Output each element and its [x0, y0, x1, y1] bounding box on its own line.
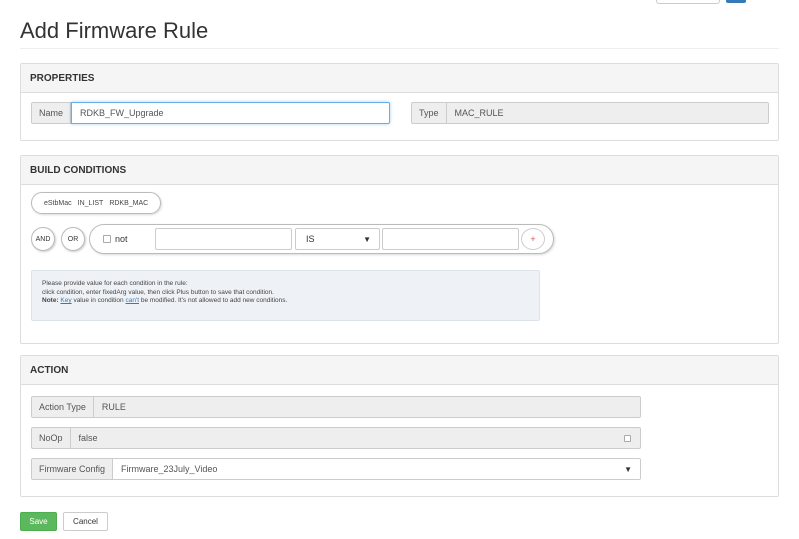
page-title: Add Firmware Rule [20, 18, 209, 43]
noop-label: NoOp [31, 427, 71, 449]
operation-select[interactable]: IS ▼ [295, 228, 380, 250]
or-button[interactable]: OR [61, 227, 85, 251]
type-input-group: Type MAC_RULE [411, 102, 769, 124]
type-field: MAC_RULE [446, 102, 769, 124]
noop-checkbox[interactable] [624, 435, 631, 442]
condition-value: RDKB_MAC [109, 199, 149, 207]
firmware-config-select[interactable]: Firmware_23July_Video ▼ [113, 458, 641, 480]
free-arg-input[interactable] [155, 228, 292, 250]
info-message: Please provide value for each condition … [31, 270, 540, 321]
not-label: not [115, 234, 128, 244]
firmware-config-value: Firmware_23July_Video [121, 464, 218, 474]
top-input-fragment[interactable] [656, 0, 720, 4]
note-label: Note: [42, 297, 59, 304]
top-toolbar-fragment [656, 0, 766, 4]
condition-builder: not IS ▼ + [89, 224, 554, 254]
action-type-group: Action Type RULE [31, 396, 641, 418]
and-button[interactable]: AND [31, 227, 55, 251]
build-conditions-panel: BUILD CONDITIONS eStbMac IN_LIST RDKB_MA… [20, 155, 779, 344]
build-conditions-heading: BUILD CONDITIONS [21, 156, 778, 185]
cancel-button[interactable]: Cancel [63, 512, 108, 531]
info-line-2: click condition, enter fixedArg value, t… [42, 288, 274, 296]
action-type-field: RULE [93, 396, 641, 418]
name-label: Name [31, 102, 72, 124]
chevron-down-icon: ▼ [363, 235, 371, 244]
noop-value: false [78, 433, 98, 443]
name-input-group: Name RDKB_FW_Upgrade [31, 102, 390, 124]
name-input[interactable]: RDKB_FW_Upgrade [71, 102, 390, 124]
chevron-down-icon: ▼ [624, 465, 632, 474]
condition-operation: IN_LIST [77, 199, 104, 207]
firmware-config-label: Firmware Config [31, 458, 114, 480]
info-line-1: Please provide value for each condition … [42, 280, 188, 287]
fixed-arg-input[interactable] [382, 228, 519, 250]
title-divider [20, 48, 779, 49]
type-label: Type [411, 102, 447, 124]
add-condition-button[interactable]: + [521, 228, 545, 250]
info-note: Note: Key value in condition can't be mo… [42, 297, 529, 306]
operation-select-value: IS [306, 234, 315, 244]
note-cant: can't [125, 297, 140, 304]
note-key-link: Key [60, 297, 72, 304]
condition-key: eStbMac [44, 199, 72, 207]
top-button-fragment[interactable] [726, 0, 746, 3]
condition-pill[interactable]: eStbMac IN_LIST RDKB_MAC [31, 192, 162, 214]
action-panel: ACTION Action Type RULE NoOp false Firmw… [20, 355, 779, 497]
action-heading: ACTION [21, 356, 778, 385]
plus-icon: + [530, 234, 536, 244]
properties-panel: PROPERTIES Name RDKB_FW_Upgrade Type MAC… [20, 63, 779, 141]
save-button[interactable]: Save [20, 512, 57, 531]
noop-field: false [70, 427, 641, 449]
properties-heading: PROPERTIES [21, 64, 778, 93]
note-mid: value in condition [73, 297, 124, 304]
not-checkbox[interactable] [103, 235, 111, 243]
note-rest: be modified. It's not allowed to add new… [140, 297, 288, 304]
noop-group: NoOp false [31, 427, 641, 449]
firmware-config-group: Firmware Config Firmware_23July_Video ▼ [31, 458, 641, 480]
action-type-label: Action Type [31, 396, 94, 418]
